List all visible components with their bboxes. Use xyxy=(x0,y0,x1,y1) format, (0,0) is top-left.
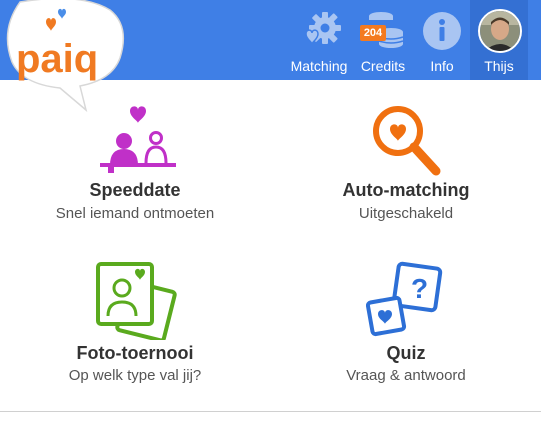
magnifier-heart-icon xyxy=(373,106,441,176)
avatar-photo xyxy=(480,11,520,51)
tile-quiz-title: Quiz xyxy=(386,343,426,363)
photo-cards-icon xyxy=(96,262,177,340)
tile-speeddate[interactable]: Speeddate Snel iemand ontmoeten xyxy=(0,95,270,235)
quiz-cards-icon: ? xyxy=(366,261,443,337)
speeddate-icon xyxy=(100,106,176,173)
nav-info[interactable]: Info xyxy=(417,0,467,80)
tile-fototoernooi[interactable]: Foto-toernooi Op welk type val jij? xyxy=(0,255,270,395)
avatar[interactable] xyxy=(478,9,522,53)
nav-info-label: Info xyxy=(430,58,454,74)
tile-speeddate-title: Speeddate xyxy=(89,180,181,200)
svg-text:?: ? xyxy=(411,273,428,304)
logo-text: paiq xyxy=(16,37,98,81)
nav-matching[interactable]: Matching xyxy=(288,0,350,80)
nav-matching-label: Matching xyxy=(290,58,348,74)
tile-automatching-title: Auto-matching xyxy=(342,180,470,200)
tile-automatching[interactable]: Auto-matching Uitgeschakeld xyxy=(271,95,541,235)
tile-automatching-subtitle: Uitgeschakeld xyxy=(358,205,454,222)
nav-profile-label: Thijs xyxy=(484,58,514,74)
info-icon xyxy=(423,12,461,50)
tile-fototoernooi-title: Foto-toernooi xyxy=(76,343,194,363)
tile-quiz-subtitle: Vraag & antwoord xyxy=(346,367,466,384)
tile-speeddate-subtitle: Snel iemand ontmoeten xyxy=(55,205,215,222)
tile-fototoernooi-subtitle: Op welk type val jij? xyxy=(68,367,202,384)
tile-quiz[interactable]: ? Quiz Vraag & antwoord xyxy=(271,255,541,395)
gear-heart-icon xyxy=(305,12,341,45)
divider xyxy=(0,411,541,412)
credits-badge: 204 xyxy=(360,25,386,41)
nav-credits-label: Credits xyxy=(360,58,406,74)
